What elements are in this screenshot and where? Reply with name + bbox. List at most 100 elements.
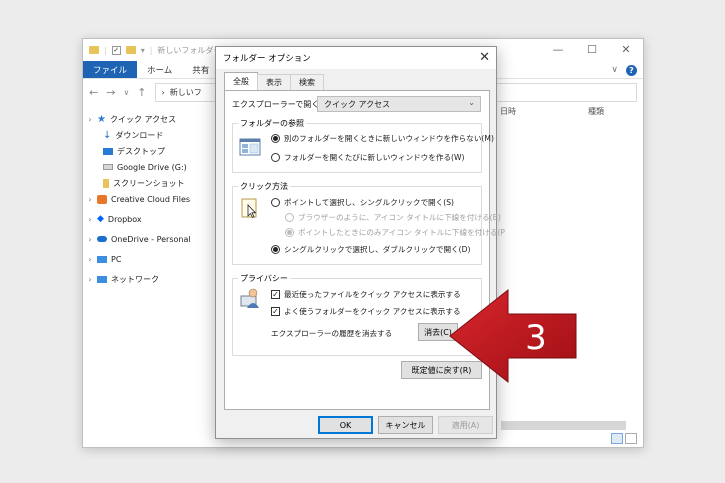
nav-item-onedrive[interactable]: › OneDrive - Personal [83, 231, 223, 247]
dialog-title: フォルダー オプション [223, 54, 311, 64]
tab-share[interactable]: 共有 [182, 61, 219, 78]
nav-label: Dropbox [107, 214, 142, 224]
nav-item-creative-cloud[interactable]: › Creative Cloud Files [83, 191, 223, 207]
column-header-type[interactable]: 種類 [588, 106, 604, 117]
nav-label: ダウンロード [115, 130, 164, 140]
new-folder-icon[interactable] [125, 46, 136, 54]
option-label: ポイントしたときにのみアイコン タイトルに下線を付ける(P [298, 228, 506, 237]
properties-icon[interactable]: ✓ [111, 45, 121, 55]
explorer-title: 新しいフォルダー [157, 45, 222, 55]
expand-ribbon-icon[interactable]: ∨ [611, 65, 618, 75]
radio-underline-hover[interactable]: ポイントしたときにのみアイコン タイトルに下線を付ける(P [285, 227, 505, 238]
nav-label: OneDrive - Personal [111, 234, 191, 244]
privacy-title: プライバシー [238, 273, 290, 284]
close-icon[interactable]: ✕ [479, 50, 490, 66]
nav-item-downloads[interactable]: ↓ ダウンロード [83, 127, 223, 143]
radio-underline-browser[interactable]: ブラウザーのように、アイコン タイトルに下線を付ける(B) [285, 212, 501, 223]
download-icon: ↓ [103, 129, 112, 141]
nav-label: Google Drive (G:) [117, 162, 187, 172]
creative-cloud-icon [97, 194, 107, 204]
nav-item-screenshots[interactable]: スクリーンショット [83, 175, 223, 191]
up-icon[interactable]: ↑ [137, 86, 146, 99]
expand-icon[interactable]: › [83, 275, 97, 284]
nav-label: PC [111, 254, 122, 264]
maximize-icon[interactable]: ☐ [575, 39, 609, 59]
radio-indicator [285, 228, 294, 237]
close-icon[interactable]: ✕ [609, 39, 643, 59]
option-label: シングルクリックで選択し、ダブルクリックで開く(D) [284, 245, 471, 254]
tab-home[interactable]: ホーム [137, 61, 182, 78]
expand-icon[interactable]: › [83, 115, 97, 124]
nav-item-desktop[interactable]: デスクトップ [83, 143, 223, 159]
tab-file[interactable]: ファイル [83, 61, 138, 78]
horizontal-scrollbar[interactable] [501, 421, 626, 430]
drive-icon [103, 164, 113, 170]
option-label: よく使うフォルダーをクイック アクセスに表示する [284, 307, 461, 316]
customize-toolbar-icon[interactable]: ▾ [141, 46, 145, 55]
dialog-titlebar: フォルダー オプション ✕ [216, 47, 496, 69]
option-label: ブラウザーのように、アイコン タイトルに下線を付ける(B) [298, 213, 501, 222]
nav-item-google-drive[interactable]: Google Drive (G:) [83, 159, 223, 175]
checkbox-recent-files[interactable]: ✓ 最近使ったファイルをクイック アクセスに表示する [271, 289, 461, 300]
nav-item-dropbox[interactable]: › ◆ Dropbox [83, 211, 223, 227]
radio-new-window[interactable]: フォルダーを開くたびに新しいウィンドウを作る(W) [271, 152, 465, 163]
open-explorer-value: クイック アクセス [324, 99, 391, 109]
desktop-icon [103, 147, 113, 155]
nav-label: デスクトップ [117, 146, 165, 156]
nav-item-pc[interactable]: › PC [83, 251, 223, 267]
recent-chevron-icon[interactable]: ∨ [123, 88, 129, 97]
privacy-icon [240, 288, 259, 308]
address-text: 新しいフ [169, 87, 202, 97]
view-toggle [611, 433, 637, 444]
nav-item-network[interactable]: › ネットワーク [83, 271, 223, 287]
radio-indicator [271, 153, 280, 162]
checkbox-frequent-folders[interactable]: ✓ よく使うフォルダーをクイック アクセスに表示する [271, 306, 461, 317]
chevron-down-icon: ⌄ [468, 98, 475, 107]
tab-general[interactable]: 全般 [224, 72, 258, 90]
back-icon[interactable]: ← [89, 86, 98, 99]
tab-view[interactable]: 表示 [257, 74, 291, 90]
star-icon: ★ [97, 113, 106, 125]
column-header-date[interactable]: 日時 [500, 106, 516, 117]
nav-label: ネットワーク [111, 274, 159, 284]
radio-indicator [271, 134, 280, 143]
open-explorer-select[interactable]: クイック アクセス ⌄ [317, 96, 481, 112]
radio-double-click-open[interactable]: シングルクリックで選択し、ダブルクリックで開く(D) [271, 244, 470, 255]
click-items-group: クリック方法 ポイントして選択し、シングルクリックで開く(S) ブラウザーのよう… [232, 181, 505, 265]
expand-icon[interactable]: › [83, 195, 97, 204]
large-icons-view-icon[interactable] [625, 433, 637, 444]
quick-access-toolbar: | ✓ ▾ | 新しいフォルダー [89, 45, 221, 56]
dialog-tabs: 全般 表示 検索 [224, 72, 324, 90]
address-chevron-icon: › [161, 87, 165, 97]
tab-search[interactable]: 検索 [290, 74, 324, 90]
nav-item-quick-access[interactable]: › ★ クイック アクセス [83, 111, 223, 127]
ok-button[interactable]: OK [318, 416, 373, 434]
nav-label: クイック アクセス [109, 114, 177, 124]
radio-single-click-open[interactable]: ポイントして選択し、シングルクリックで開く(S) [271, 197, 454, 208]
network-icon [97, 275, 107, 283]
apply-button[interactable]: 適用(A) [438, 416, 493, 434]
radio-indicator [285, 213, 294, 222]
cancel-button[interactable]: キャンセル [378, 416, 433, 434]
folder-icon [103, 178, 109, 188]
details-view-icon[interactable] [611, 433, 623, 444]
option-label: 最近使ったファイルをクイック アクセスに表示する [284, 290, 461, 299]
help-icon[interactable]: ? [626, 64, 637, 76]
checkbox-indicator: ✓ [271, 289, 280, 299]
forward-icon[interactable]: → [106, 86, 115, 99]
step-arrow-annotation: 3 [449, 288, 577, 384]
privacy-group: プライバシー ✓ 最近使ったファイルをクイック アクセスに表示する ✓ よく使う… [232, 273, 482, 356]
dropbox-icon: ◆ [97, 213, 104, 224]
radio-indicator [271, 198, 280, 207]
expand-icon[interactable]: › [83, 255, 97, 264]
expand-icon[interactable]: › [83, 215, 97, 224]
minimize-icon[interactable]: — [541, 39, 575, 59]
radio-same-window[interactable]: 別のフォルダーを開くときに新しいウィンドウを作らない(M) [271, 133, 494, 144]
expand-icon[interactable]: › [83, 235, 97, 244]
click-pointer-icon [241, 198, 257, 219]
clear-history-label: エクスプローラーの履歴を消去する [271, 329, 393, 338]
nav-label: Creative Cloud Files [111, 194, 191, 204]
open-explorer-label: エクスプローラーで開く: [232, 100, 322, 109]
navigation-pane: › ★ クイック アクセス ↓ ダウンロード デスクトップ Google Dri… [83, 111, 223, 287]
step-number: 3 [525, 318, 547, 358]
